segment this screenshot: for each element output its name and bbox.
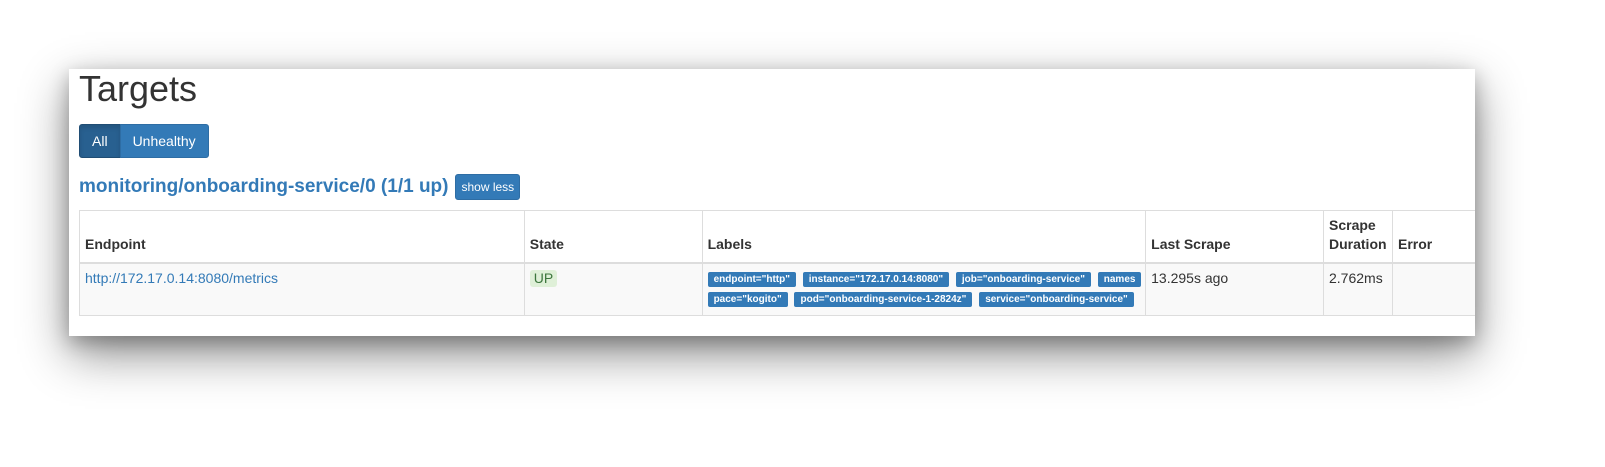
page-title: Targets — [79, 69, 198, 109]
state-cell: UP — [523, 262, 703, 316]
page-content: Targets All Unhealthy monitoring/onboard… — [79, 69, 1475, 336]
table-header-row: Endpoint State Labels Last Scrape Scrape… — [79, 210, 1475, 264]
prometheus-targets-window: Targets All Unhealthy monitoring/onboard… — [69, 69, 1475, 336]
last-scrape-cell: 13.295s ago — [1145, 262, 1324, 316]
filter-all-button[interactable]: All — [79, 124, 121, 158]
error-cell — [1391, 262, 1475, 316]
show-less-button[interactable]: show less — [455, 174, 521, 200]
label-badge-service: service="onboarding-service" — [979, 292, 1134, 307]
column-header-error: Error — [1391, 210, 1475, 264]
column-header-last-scrape: Last Scrape — [1145, 210, 1324, 264]
labels-cell: endpoint="http" instance="172.17.0.14:80… — [701, 262, 1147, 316]
state-badge: UP — [529, 270, 558, 287]
column-header-scrape-duration: Scrape Duration — [1323, 210, 1393, 264]
column-header-state: State — [523, 210, 703, 264]
endpoint-link[interactable]: http://172.17.0.14:8080/metrics — [85, 270, 278, 286]
job-header: monitoring/onboarding-service/0 (1/1 up)… — [79, 174, 521, 200]
screenshot-stage: Targets All Unhealthy monitoring/onboard… — [0, 0, 1605, 467]
table-row: http://172.17.0.14:8080/metrics UP endpo… — [79, 262, 1475, 316]
column-header-labels: Labels — [701, 210, 1147, 264]
label-badge-instance: instance="172.17.0.14:8080" — [802, 272, 950, 287]
scrape-duration-cell: 2.762ms — [1323, 262, 1393, 316]
target-filter-group: All Unhealthy — [79, 124, 209, 158]
targets-table: Endpoint State Labels Last Scrape Scrape… — [79, 210, 1475, 316]
label-badge-job: job="onboarding-service" — [955, 272, 1091, 287]
labels-list: endpoint="http" instance="172.17.0.14:80… — [707, 270, 1142, 310]
label-badge-pod: pod="onboarding-service-1-2824z" — [794, 292, 973, 307]
column-header-endpoint: Endpoint — [79, 210, 525, 264]
label-badge-endpoint: endpoint="http" — [707, 272, 796, 287]
filter-unhealthy-button[interactable]: Unhealthy — [119, 124, 209, 158]
job-title-link[interactable]: monitoring/onboarding-service/0 (1/1 up) — [79, 176, 448, 198]
endpoint-cell: http://172.17.0.14:8080/metrics — [79, 262, 525, 316]
